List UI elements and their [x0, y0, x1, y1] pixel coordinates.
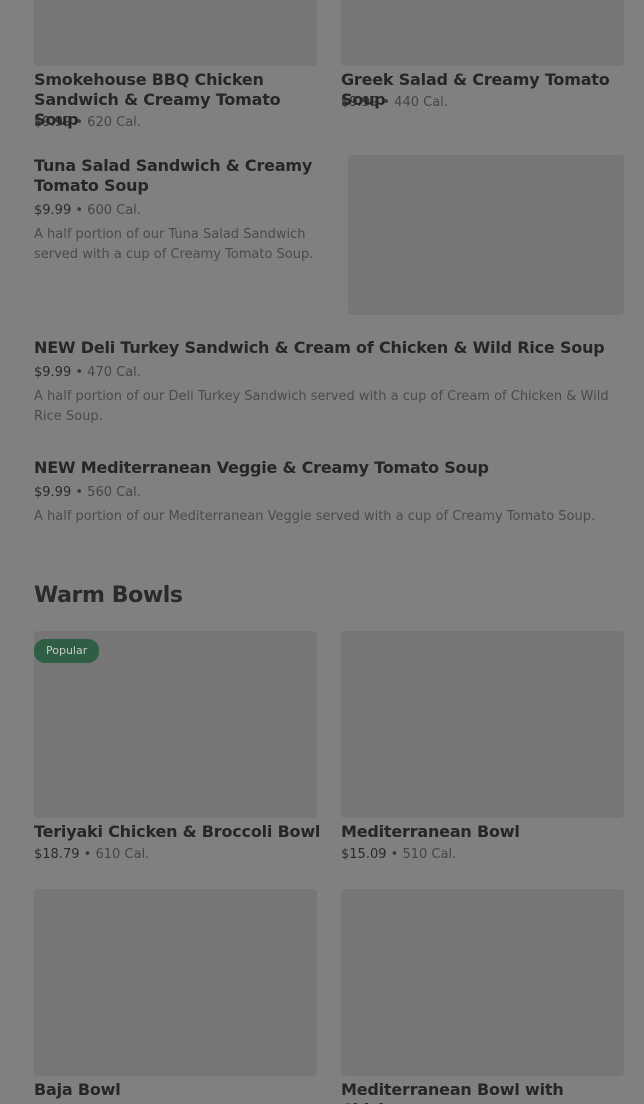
separator-dot: •	[75, 115, 84, 130]
item-price: $9.99	[34, 115, 72, 130]
item-price: $18.79	[34, 847, 80, 862]
section-heading: Warm Bowls	[34, 583, 183, 608]
item-calories: 600 Cal.	[87, 203, 141, 218]
item-meta: $9.99 • 620 Cal.	[34, 115, 141, 131]
item-title[interactable]: Mediterranean Bowl	[341, 822, 631, 842]
item-image[interactable]	[341, 889, 624, 1076]
item-meta: $9.99 • 600 Cal.	[34, 203, 141, 219]
item-image[interactable]	[34, 889, 317, 1076]
popular-badge: Popular	[34, 639, 100, 663]
item-image[interactable]	[348, 155, 624, 315]
item-image[interactable]	[34, 0, 317, 66]
item-title[interactable]: Teriyaki Chicken & Broccoli Bowl	[34, 822, 324, 842]
item-title[interactable]: Tuna Salad Sandwich & Creamy Tomato Soup	[34, 156, 344, 196]
item-description: A half portion of our Mediterranean Vegg…	[34, 509, 596, 524]
separator-dot: •	[83, 847, 92, 862]
separator-dot: •	[382, 95, 391, 110]
separator-dot: •	[390, 847, 399, 862]
separator-dot: •	[75, 365, 84, 380]
item-price: $15.09	[341, 847, 387, 862]
item-meta: $9.99 • 440 Cal.	[341, 95, 448, 111]
item-price: $9.99	[34, 203, 72, 218]
item-calories: 560 Cal.	[87, 485, 141, 500]
item-price: $9.99	[34, 365, 72, 380]
item-title[interactable]: Mediterranean Bowl with Chicken	[341, 1080, 631, 1104]
item-meta: $18.79 • 610 Cal.	[34, 847, 149, 863]
item-image[interactable]	[341, 631, 624, 818]
item-calories: 620 Cal.	[87, 115, 141, 130]
separator-dot: •	[75, 485, 84, 500]
item-meta: $9.99 • 560 Cal.	[34, 485, 141, 501]
item-image[interactable]	[341, 0, 624, 66]
item-calories: 510 Cal.	[402, 847, 457, 862]
item-title[interactable]: NEW Mediterranean Veggie & Creamy Tomato…	[34, 458, 634, 478]
item-price: $9.99	[341, 95, 379, 110]
item-meta: $15.09 • 510 Cal.	[341, 847, 456, 863]
item-title[interactable]: NEW Deli Turkey Sandwich & Cream of Chic…	[34, 338, 634, 358]
item-price: $9.99	[34, 485, 72, 500]
item-description: A half portion of our Deli Turkey Sandwi…	[34, 389, 609, 424]
item-calories: 440 Cal.	[394, 95, 448, 110]
item-calories: 470 Cal.	[87, 365, 141, 380]
item-description: A half portion of our Tuna Salad Sandwic…	[34, 227, 314, 262]
item-meta: $9.99 • 470 Cal.	[34, 365, 141, 381]
item-title[interactable]: Baja Bowl	[34, 1080, 324, 1100]
separator-dot: •	[75, 203, 84, 218]
item-calories: 610 Cal.	[95, 847, 150, 862]
